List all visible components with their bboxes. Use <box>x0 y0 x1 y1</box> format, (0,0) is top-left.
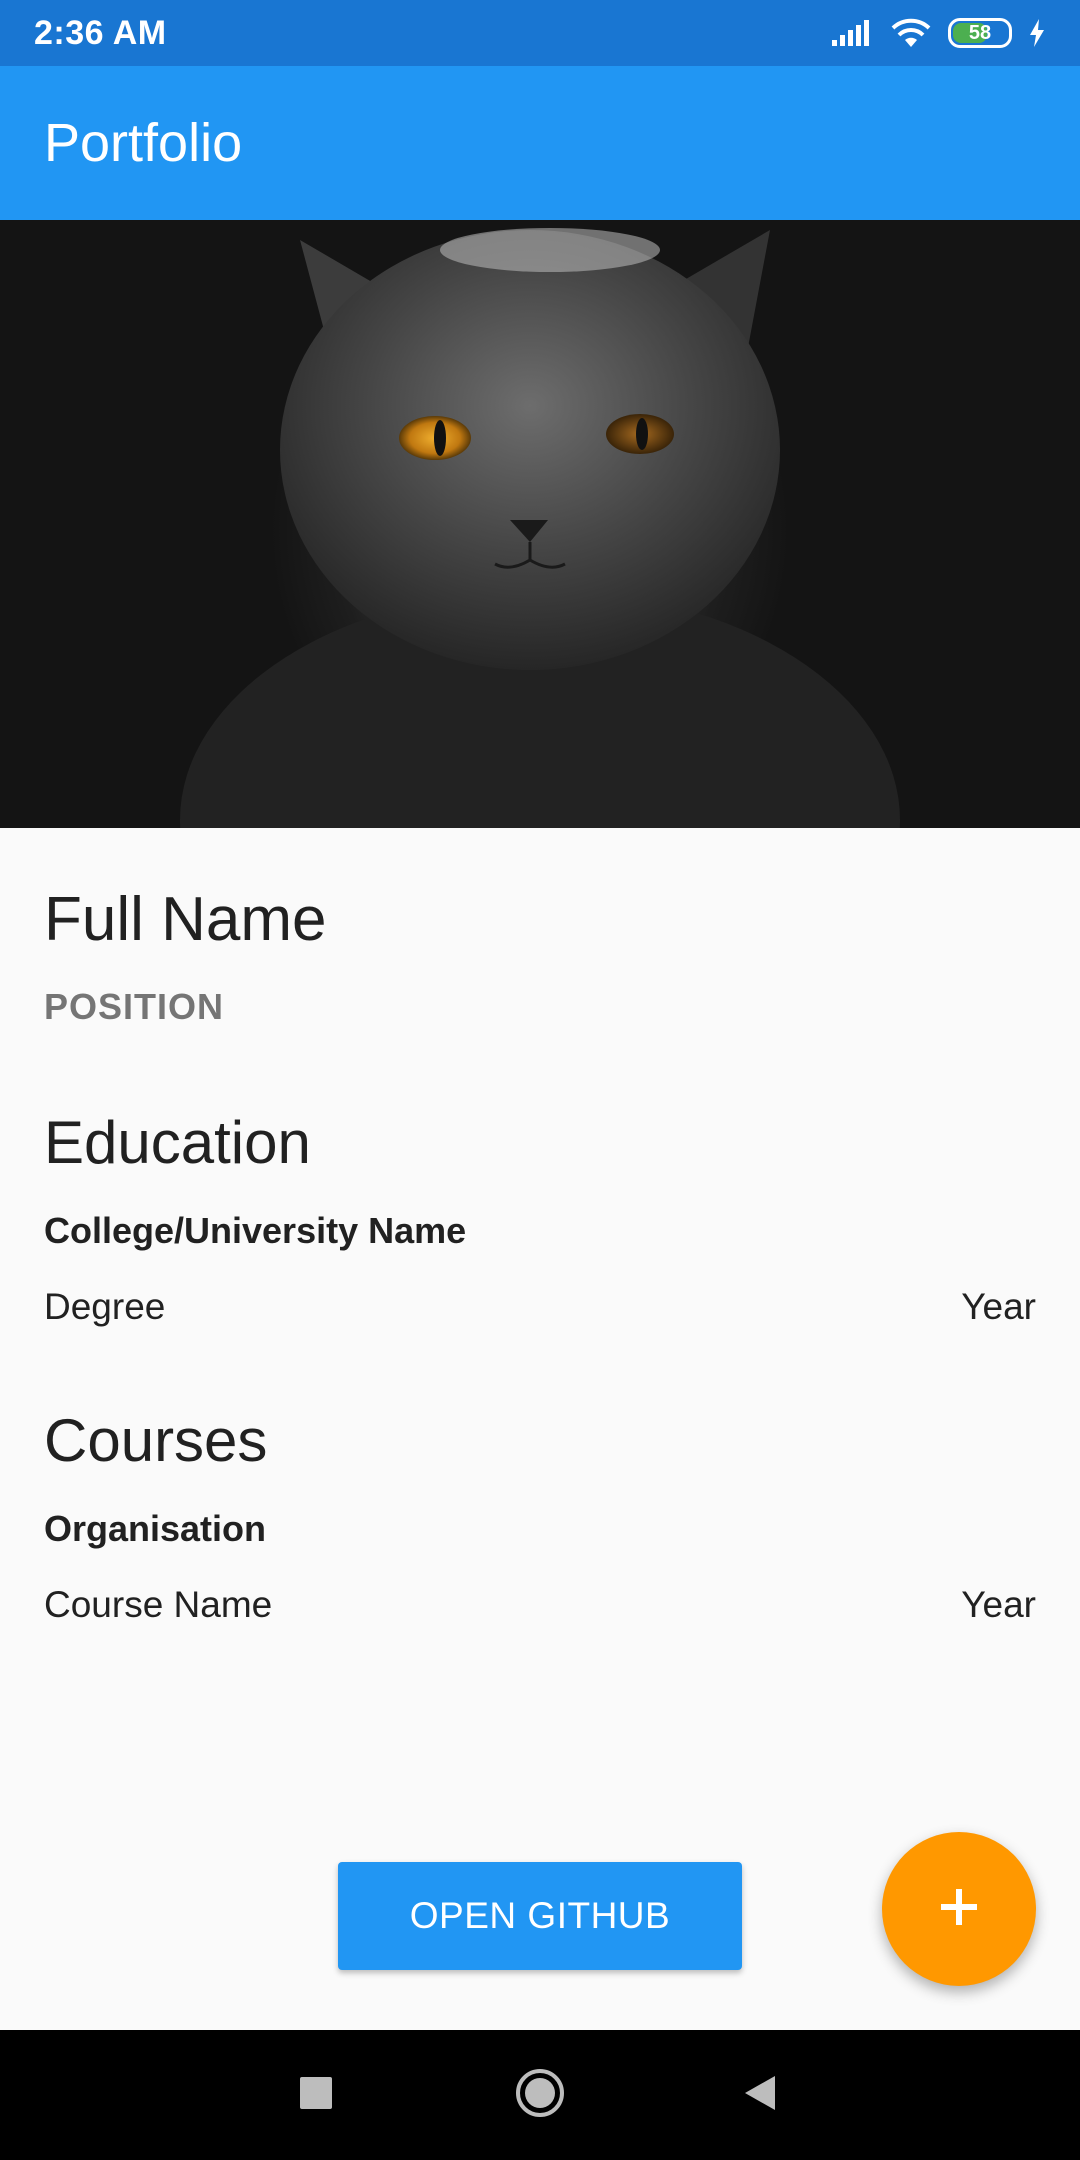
home-button[interactable] <box>480 2030 600 2160</box>
course-year: Year <box>961 1584 1036 1625</box>
education-row: Degree Year <box>44 1286 1036 1328</box>
battery-icon: 58 <box>948 18 1012 48</box>
courses-organisation: Organisation <box>44 1508 267 1549</box>
navigation-bar <box>0 2030 1080 2160</box>
wifi-icon <box>890 17 932 49</box>
signal-icon <box>830 18 874 48</box>
education-institution: College/University Name <box>44 1210 467 1251</box>
back-button[interactable] <box>700 2030 820 2160</box>
course-name: Course Name <box>44 1584 273 1625</box>
recents-icon <box>299 2076 333 2115</box>
app-bar: Portfolio <box>0 66 1080 220</box>
recents-button[interactable] <box>256 2030 376 2160</box>
charging-icon <box>1028 18 1046 48</box>
courses-row: Course Name Year <box>44 1584 1036 1626</box>
screen: 2:36 AM 58 Portfolio Full Name POSITION … <box>0 0 1080 2160</box>
back-icon <box>743 2074 777 2117</box>
education-degree: Degree <box>44 1286 166 1327</box>
app-title: Portfolio <box>44 113 243 173</box>
add-fab-button[interactable] <box>882 1832 1036 1986</box>
home-icon <box>514 2067 566 2124</box>
open-github-button[interactable]: OPEN GITHUB <box>338 1862 742 1970</box>
battery-level: 58 <box>968 21 992 44</box>
cat-photo <box>0 220 1080 828</box>
courses-title: Courses <box>44 1407 268 1474</box>
full-name: Full Name <box>44 885 327 954</box>
status-bar: 2:36 AM 58 <box>0 0 1080 66</box>
plus-icon <box>937 1885 981 1934</box>
status-time: 2:36 AM <box>34 13 167 52</box>
status-icons: 58 <box>830 17 1046 49</box>
position: POSITION <box>44 986 225 1027</box>
education-year: Year <box>961 1286 1036 1327</box>
education-title: Education <box>44 1109 311 1176</box>
